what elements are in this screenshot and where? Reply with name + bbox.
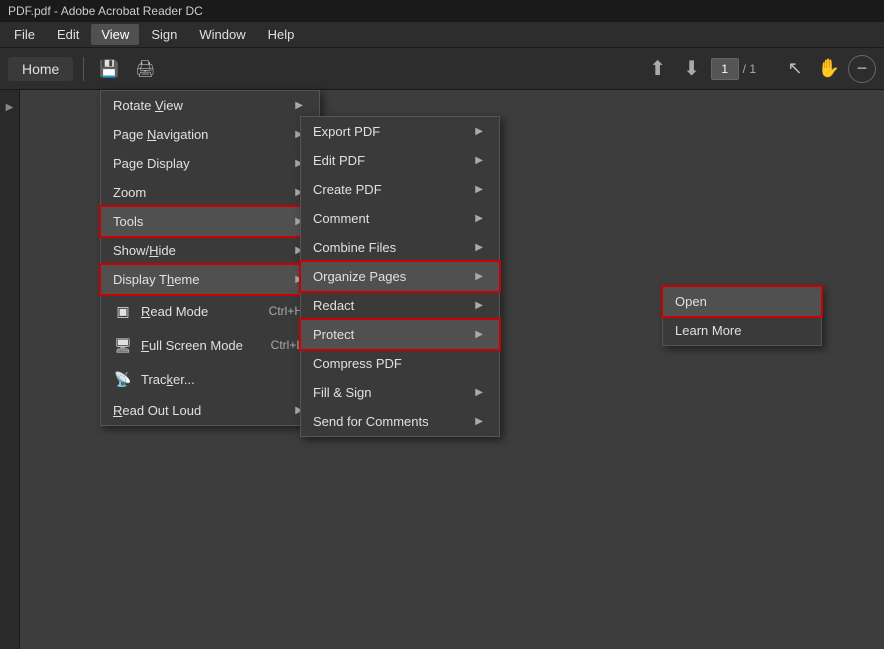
organize-open[interactable]: Open bbox=[663, 287, 821, 316]
comment-chevron: ▶ bbox=[475, 213, 483, 224]
view-read-mode[interactable]: ▣ Read Mode Ctrl+H bbox=[101, 294, 319, 328]
menu-bar: File Edit View Sign Window Help bbox=[0, 22, 884, 48]
view-full-screen[interactable]: 🖥 Full Screen Mode Ctrl+L bbox=[101, 328, 319, 362]
title-text: PDF.pdf - Adobe Acrobat Reader DC bbox=[8, 4, 203, 18]
comment-label: Comment bbox=[313, 211, 369, 226]
organize-pages-chevron: ▶ bbox=[475, 271, 483, 282]
edit-pdf-label: Edit PDF bbox=[313, 153, 365, 168]
send-comments-label: Send for Comments bbox=[313, 414, 429, 429]
view-zoom[interactable]: Zoom ▶ bbox=[101, 178, 319, 207]
full-screen-label: Full Screen Mode bbox=[141, 338, 243, 353]
menu-file[interactable]: File bbox=[4, 24, 45, 45]
read-mode-label: Read Mode bbox=[141, 304, 208, 319]
fill-sign-label: Fill & Sign bbox=[313, 385, 372, 400]
redact-chevron: ▶ bbox=[475, 300, 483, 311]
view-tools[interactable]: Tools ▶ bbox=[101, 207, 319, 236]
view-page-display[interactable]: Page Display ▶ bbox=[101, 149, 319, 178]
hand-tool-button[interactable]: ✋ bbox=[814, 54, 844, 84]
content-area: Rotate View ▶ Page Navigation ▶ Page Dis… bbox=[20, 90, 884, 649]
page-display-label: Page Display bbox=[113, 156, 190, 171]
view-display-theme[interactable]: Display Theme ▶ bbox=[101, 265, 319, 294]
view-read-out-loud[interactable]: Read Out Loud ▶ bbox=[101, 396, 319, 425]
edit-pdf-chevron: ▶ bbox=[475, 155, 483, 166]
tools-export-pdf[interactable]: Export PDF ▶ bbox=[301, 117, 499, 146]
organize-learn-more[interactable]: Learn More bbox=[663, 316, 821, 345]
send-comments-chevron: ▶ bbox=[475, 416, 483, 427]
view-tracker[interactable]: 📡 Tracker... bbox=[101, 362, 319, 396]
tools-comment[interactable]: Comment ▶ bbox=[301, 204, 499, 233]
display-theme-label: Display Theme bbox=[113, 272, 199, 287]
print-button[interactable]: 🖨 bbox=[130, 54, 160, 84]
combine-files-chevron: ▶ bbox=[475, 242, 483, 253]
tools-combine-files[interactable]: Combine Files ▶ bbox=[301, 233, 499, 262]
open-label: Open bbox=[675, 294, 707, 309]
compress-pdf-label: Compress PDF bbox=[313, 356, 402, 371]
combine-files-label: Combine Files bbox=[313, 240, 396, 255]
export-pdf-label: Export PDF bbox=[313, 124, 380, 139]
export-pdf-chevron: ▶ bbox=[475, 126, 483, 137]
show-hide-label: Show/Hide bbox=[113, 243, 176, 258]
toolbar: Home 💾 🖨 ⬆ ⬇ / 1 ↖ ✋ − bbox=[0, 48, 884, 90]
sidebar-expand-arrow[interactable]: ▶ bbox=[6, 102, 14, 113]
rotate-view-label: Rotate View bbox=[113, 98, 183, 113]
toolbar-separator-1 bbox=[83, 57, 84, 81]
protect-chevron: ▶ bbox=[475, 329, 483, 340]
prev-page-button[interactable]: ⬆ bbox=[643, 54, 673, 84]
tracker-icon: 📡 bbox=[113, 369, 133, 389]
home-tab[interactable]: Home bbox=[8, 57, 73, 81]
page-total: / 1 bbox=[743, 62, 756, 76]
learn-more-label: Learn More bbox=[675, 323, 741, 338]
page-number-input[interactable] bbox=[711, 58, 739, 80]
menu-window[interactable]: Window bbox=[189, 24, 255, 45]
fill-sign-chevron: ▶ bbox=[475, 387, 483, 398]
redact-label: Redact bbox=[313, 298, 354, 313]
read-mode-shortcut: Ctrl+H bbox=[249, 304, 303, 318]
tracker-label: Tracker... bbox=[141, 372, 195, 387]
read-mode-icon: ▣ bbox=[113, 301, 133, 321]
tools-fill-sign[interactable]: Fill & Sign ▶ bbox=[301, 378, 499, 407]
save-button[interactable]: 💾 bbox=[94, 54, 124, 84]
tools-label: Tools bbox=[113, 214, 143, 229]
organize-submenu: Open Learn More bbox=[662, 286, 822, 346]
menu-edit[interactable]: Edit bbox=[47, 24, 89, 45]
main-area: ▶ Rotate View ▶ Page Navigation ▶ Page D… bbox=[0, 90, 884, 649]
tools-create-pdf[interactable]: Create PDF ▶ bbox=[301, 175, 499, 204]
full-screen-left: 🖥 Full Screen Mode bbox=[113, 335, 243, 355]
read-mode-left: ▣ Read Mode bbox=[113, 301, 208, 321]
menu-sign[interactable]: Sign bbox=[141, 24, 187, 45]
zoom-out-button[interactable]: − bbox=[848, 55, 876, 83]
read-out-loud-label: Read Out Loud bbox=[113, 403, 201, 418]
menu-help[interactable]: Help bbox=[258, 24, 305, 45]
view-rotate-view[interactable]: Rotate View ▶ bbox=[101, 91, 319, 120]
tools-organize-pages[interactable]: Organize Pages ▶ bbox=[301, 262, 499, 291]
tools-protect[interactable]: Protect ▶ bbox=[301, 320, 499, 349]
page-navigation-label: Page Navigation bbox=[113, 127, 208, 142]
zoom-label: Zoom bbox=[113, 185, 146, 200]
tools-send-for-comments[interactable]: Send for Comments ▶ bbox=[301, 407, 499, 436]
tools-compress-pdf[interactable]: Compress PDF bbox=[301, 349, 499, 378]
full-screen-shortcut: Ctrl+L bbox=[251, 338, 303, 352]
tools-redact[interactable]: Redact ▶ bbox=[301, 291, 499, 320]
protect-label: Protect bbox=[313, 327, 354, 342]
view-show-hide[interactable]: Show/Hide ▶ bbox=[101, 236, 319, 265]
full-screen-icon: 🖥 bbox=[113, 335, 133, 355]
menu-view[interactable]: View bbox=[91, 24, 139, 45]
left-sidebar: ▶ bbox=[0, 90, 20, 649]
page-navigation: ⬆ ⬇ / 1 ↖ ✋ − bbox=[643, 54, 876, 84]
select-tool-button[interactable]: ↖ bbox=[780, 54, 810, 84]
tools-submenu: Export PDF ▶ Edit PDF ▶ Create PDF ▶ Com… bbox=[300, 116, 500, 437]
view-page-navigation[interactable]: Page Navigation ▶ bbox=[101, 120, 319, 149]
organize-pages-label: Organize Pages bbox=[313, 269, 406, 284]
view-menu-dropdown: Rotate View ▶ Page Navigation ▶ Page Dis… bbox=[100, 90, 320, 426]
rotate-view-chevron: ▶ bbox=[295, 100, 303, 111]
title-bar: PDF.pdf - Adobe Acrobat Reader DC bbox=[0, 0, 884, 22]
create-pdf-chevron: ▶ bbox=[475, 184, 483, 195]
next-page-button[interactable]: ⬇ bbox=[677, 54, 707, 84]
create-pdf-label: Create PDF bbox=[313, 182, 382, 197]
tools-edit-pdf[interactable]: Edit PDF ▶ bbox=[301, 146, 499, 175]
tracker-left: 📡 Tracker... bbox=[113, 369, 195, 389]
